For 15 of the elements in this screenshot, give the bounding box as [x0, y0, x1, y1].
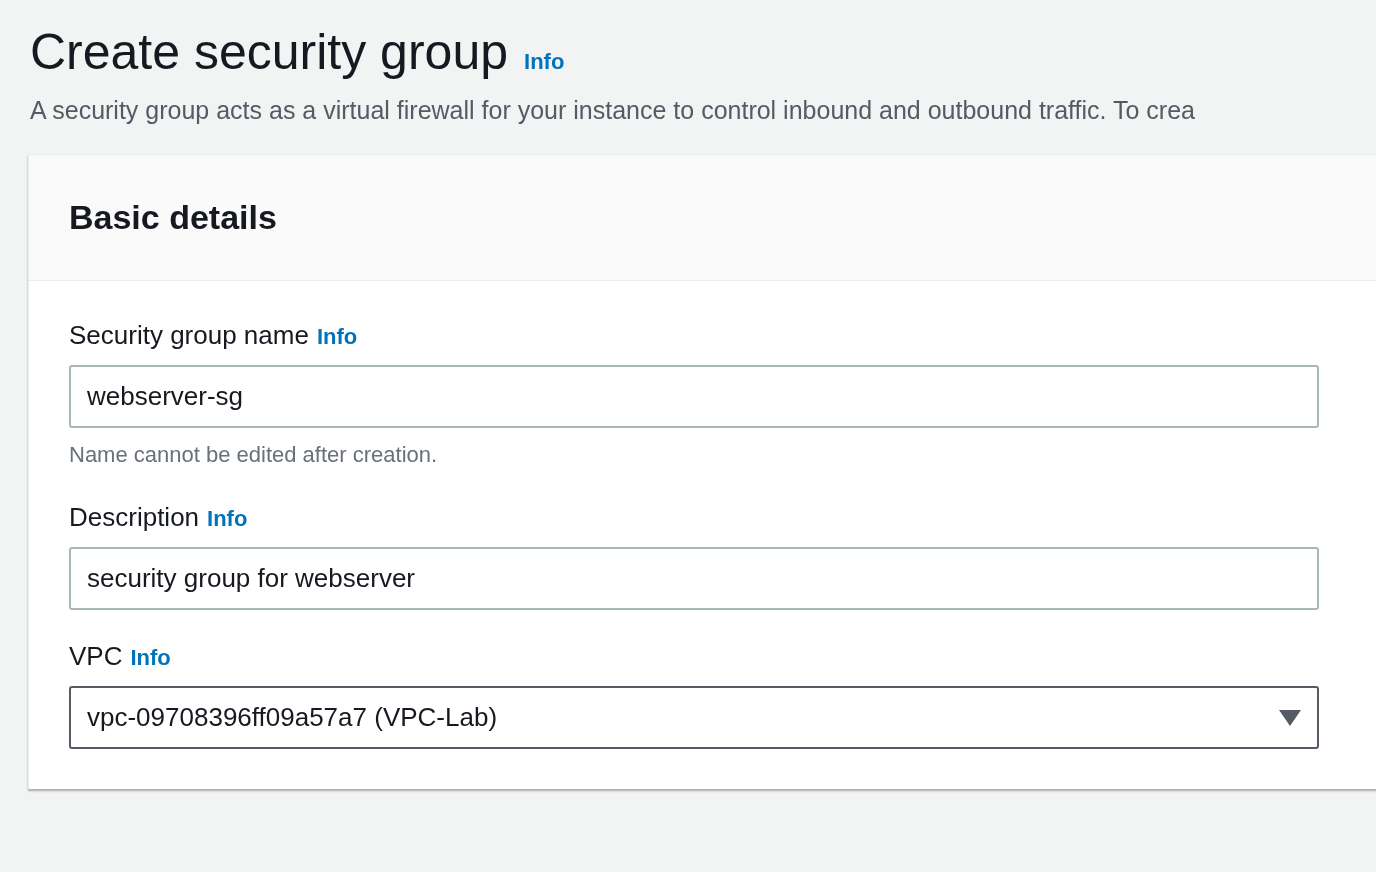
panel-title: Basic details — [69, 197, 277, 238]
field-label: VPC — [69, 640, 123, 672]
field-label: Description — [69, 501, 200, 533]
caret-down-icon — [1279, 709, 1301, 726]
text-input[interactable]: webserver-sg — [69, 365, 1319, 428]
info-link[interactable]: Info — [130, 641, 171, 674]
info-link[interactable]: Info — [316, 320, 358, 353]
field-label: Security group name — [69, 319, 309, 351]
page-title: Create security group — [30, 23, 508, 82]
field-hint: Name cannot be edited after creation. — [69, 441, 439, 469]
page-description: A security group acts as a virtual firewall for your instance to control inbound and outbound traffic. To crea — [29, 95, 1196, 126]
vpc-select[interactable]: vpc-09708396ff09a57a7 (VPC-Lab) — [69, 686, 1319, 749]
info-link[interactable]: Info — [207, 502, 248, 535]
text-input[interactable]: security group for webserver — [69, 547, 1319, 610]
info-link[interactable]: Info — [524, 45, 565, 78]
